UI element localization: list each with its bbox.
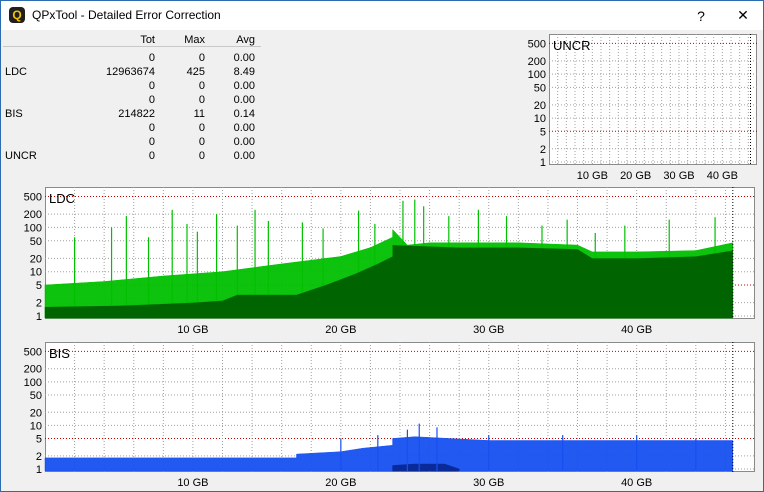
- close-icon[interactable]: ✕: [723, 1, 763, 30]
- x-tick-label: 40 GB: [707, 170, 738, 182]
- y-tick-label: 100: [24, 377, 42, 389]
- ldc-chart-svg: 500 200100 50 20 105 21 10 GB 20 GB 30 GB 40 GB LD…: [24, 187, 755, 336]
- y-tick-label: 100: [528, 69, 546, 81]
- x-tick-label: 20 GB: [325, 324, 356, 336]
- stats-row-tot: 0: [148, 94, 155, 106]
- stats-row-avg: 0.00: [233, 122, 255, 134]
- stats-row-max: 0: [198, 150, 205, 162]
- stats-row-tot: 0: [148, 136, 155, 148]
- stats-row-avg: 0.00: [233, 136, 255, 148]
- stats-row-avg: 0.14: [233, 108, 255, 120]
- y-tick-label: 500: [24, 346, 42, 358]
- y-tick-label: 2: [540, 144, 546, 156]
- title-bar[interactable]: Q QPxTool - Detailed Error Correction ? …: [1, 1, 763, 30]
- y-tick-label: 2: [36, 451, 42, 463]
- stats-row: 0 0 0.00: [1, 51, 263, 65]
- bis-chart-svg: 500 20010050 2010 5 21 10 GB 20 GB 30 GB 40 GB BI…: [24, 342, 755, 489]
- x-tick-label: 10 GB: [177, 324, 208, 336]
- qpxtool-app-icon: Q: [9, 7, 25, 23]
- x-tick-label: 10 GB: [577, 170, 608, 182]
- y-tick-label: 5: [36, 280, 42, 292]
- stats-row-tot: 0: [148, 122, 155, 134]
- x-tick-label: 20 GB: [325, 477, 356, 489]
- help-button[interactable]: ?: [681, 1, 721, 30]
- qpxtool-window: Q QPxTool - Detailed Error Correction ? …: [0, 0, 764, 492]
- y-tick-label: 5: [36, 434, 42, 446]
- undefined: [44, 436, 734, 472]
- stats-row: LDC 12963674 425 8.49: [1, 65, 263, 79]
- chart-title: UNCR: [553, 38, 591, 53]
- stats-row-tot: 0: [148, 52, 155, 64]
- stats-row-max: 0: [198, 94, 205, 106]
- stats-row: BIS 214822 11 0.14: [1, 107, 263, 121]
- chart-title: LDC: [49, 191, 75, 206]
- y-tick-label: 20: [534, 100, 546, 112]
- header-tot: Tot: [140, 34, 155, 46]
- y-tick-label: 100: [24, 222, 42, 234]
- stats-row-max: 0: [198, 122, 205, 134]
- stats-row-label: UNCR: [5, 150, 37, 162]
- stats-row: 0 0 0.00: [1, 121, 263, 135]
- x-tick-label: 30 GB: [663, 170, 694, 182]
- y-tick-label: 50: [534, 82, 546, 94]
- y-tick-label: 10: [30, 420, 42, 432]
- stats-row-max: 0: [198, 52, 205, 64]
- header-max: Max: [184, 34, 205, 46]
- y-tick-label: 5: [540, 126, 546, 138]
- chart-title: BIS: [49, 346, 70, 361]
- stats-row: 0 0 0.00: [1, 79, 263, 93]
- y-tick-label: 20: [30, 253, 42, 265]
- stats-row-tot: 0: [148, 80, 155, 92]
- y-tick-label: 200: [528, 56, 546, 68]
- y-tick-label: 20: [30, 407, 42, 419]
- bis-chart: 500 200 100 50 20 10 5 2 1 10 GB 20 GB 30 GB 40 GB BI…: [1, 339, 761, 489]
- y-tick-label: 10: [534, 113, 546, 125]
- stats-row-tot: 214822: [118, 108, 155, 120]
- stats-row-label: BIS: [5, 108, 23, 120]
- stats-header-divider: [3, 46, 261, 47]
- stats-header-row: Tot Max Avg: [1, 33, 263, 47]
- y-tick-label: 500: [24, 191, 42, 203]
- ldc-chart: 500 200 100 50 20 10 5 2 1 10 GB 20 GB 30 GB 40 GB LD…: [1, 184, 761, 336]
- x-tick-label: 30 GB: [473, 324, 504, 336]
- stats-row: 0 0 0.00: [1, 135, 263, 149]
- x-tick-label: 40 GB: [621, 477, 652, 489]
- stats-row-avg: 0.00: [233, 80, 255, 92]
- stats-row-max: 425: [186, 66, 205, 78]
- x-tick-label: 10 GB: [177, 477, 208, 489]
- x-tick-label: 20 GB: [620, 170, 651, 182]
- y-tick-label: 200: [24, 364, 42, 376]
- y-tick-label: 1: [540, 157, 546, 169]
- stats-row-tot: 12963674: [106, 66, 155, 78]
- stats-row-max: 0: [198, 80, 205, 92]
- stats-row-avg: 0.00: [233, 52, 255, 64]
- x-tick-label: 40 GB: [621, 324, 652, 336]
- stats-row-avg: 0.00: [233, 94, 255, 106]
- y-tick-label: 200: [24, 209, 42, 221]
- stats-row: UNCR 0 0 0.00: [1, 149, 263, 163]
- x-tick-label: 30 GB: [473, 477, 504, 489]
- stats-row: 0 0 0.00: [1, 93, 263, 107]
- y-tick-label: 1: [36, 311, 42, 323]
- stats-row-max: 11: [193, 108, 205, 120]
- y-tick-label: 10: [30, 267, 42, 279]
- y-tick-label: 500: [528, 38, 546, 50]
- y-tick-label: 2: [36, 298, 42, 310]
- y-tick-label: 50: [30, 236, 42, 248]
- window-title: QPxTool - Detailed Error Correction: [32, 8, 221, 22]
- stats-row-avg: 8.49: [233, 66, 255, 78]
- stats-row-avg: 0.00: [233, 150, 255, 162]
- header-avg: Avg: [236, 34, 255, 46]
- app-icon-letter: Q: [12, 8, 22, 22]
- y-tick-label: 50: [30, 390, 42, 402]
- stats-row-label: LDC: [5, 66, 28, 78]
- uncr-chart: 500 200 100 50 20 10 5 2 1 10 GB 20 GB 30 GB 40 GB UN…: [521, 31, 761, 183]
- stats-row-tot: 0: [148, 150, 155, 162]
- error-stats-table: Tot Max Avg 0 0 0.00 LDC 12963674 425 8.49 0 0 0.…: [1, 31, 263, 165]
- y-tick-label: 1: [36, 464, 42, 476]
- stats-row-max: 0: [198, 136, 205, 148]
- uncr-chart-svg: 500 20010050 20105 21 10 GB 20 GB 30 GB 40 GB UN…: [528, 34, 757, 182]
